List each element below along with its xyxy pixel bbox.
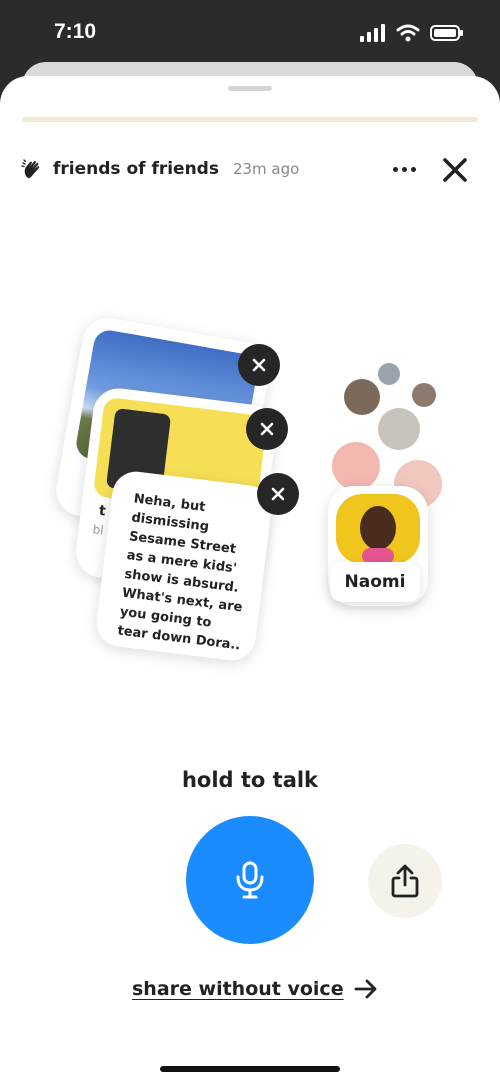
share-without-voice-label: share without voice — [132, 978, 344, 1000]
listener-avatar[interactable] — [332, 442, 380, 490]
link-subtitle: bl — [91, 522, 105, 538]
battery-icon — [430, 25, 463, 41]
progress-track — [22, 117, 478, 122]
remove-link-button[interactable] — [246, 408, 288, 450]
listener-avatar[interactable] — [412, 383, 436, 407]
more-options-button[interactable] — [390, 157, 418, 181]
status-bar: 7:10 — [0, 0, 500, 62]
message-card[interactable]: Neha, but dismissing Sesame Street as a … — [93, 468, 275, 664]
wifi-icon — [396, 24, 420, 42]
microphone-icon — [236, 861, 264, 899]
room-sheet: friends of friends 23m ago clubho t bl N… — [0, 76, 500, 1083]
remove-message-button[interactable] — [257, 473, 299, 515]
share-without-voice-link[interactable]: share without voice — [132, 978, 378, 1000]
hold-to-talk-label: hold to talk — [181, 768, 319, 792]
remove-photo-button[interactable] — [238, 344, 280, 386]
speaker-avatar — [336, 494, 420, 564]
speaker-name: Naomi — [330, 562, 420, 602]
close-icon — [260, 422, 274, 436]
close-icon — [271, 487, 285, 501]
share-icon — [391, 864, 419, 898]
waving-hand-icon — [20, 157, 44, 181]
room-header: friends of friends 23m ago — [20, 152, 480, 186]
listener-avatar[interactable] — [344, 379, 380, 415]
signal-icon — [360, 24, 385, 42]
room-time-ago: 23m ago — [232, 160, 300, 178]
close-icon[interactable] — [440, 155, 470, 185]
arrow-right-icon — [354, 979, 376, 999]
listener-avatar[interactable] — [378, 363, 400, 385]
home-indicator[interactable] — [160, 1066, 340, 1072]
more-dot-icon — [410, 166, 416, 172]
room-name: friends of friends — [53, 159, 219, 179]
more-dot-icon — [401, 166, 407, 172]
drag-handle[interactable] — [228, 86, 272, 91]
share-button[interactable] — [368, 844, 442, 918]
close-icon — [252, 358, 266, 372]
message-text: Neha, but dismissing Sesame Street as a … — [116, 491, 244, 654]
status-icons — [360, 24, 464, 42]
link-title: t — [98, 502, 107, 520]
more-dot-icon — [392, 166, 398, 172]
status-time: 7:10 — [54, 20, 97, 43]
record-button[interactable] — [186, 816, 314, 944]
listener-avatar[interactable] — [378, 408, 420, 450]
